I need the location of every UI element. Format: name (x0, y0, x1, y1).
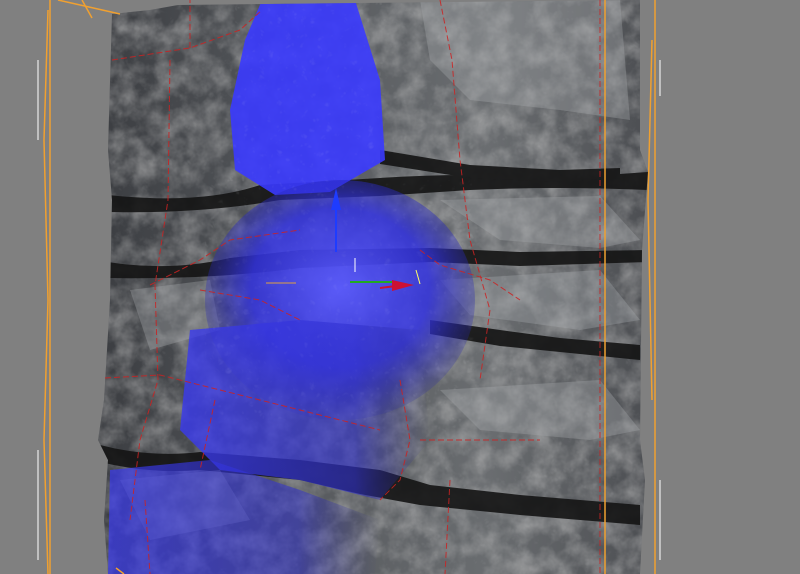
viewport-scene[interactable] (0, 0, 800, 574)
3d-viewport[interactable] (0, 0, 800, 574)
rock-wall-mesh[interactable] (90, 0, 660, 574)
